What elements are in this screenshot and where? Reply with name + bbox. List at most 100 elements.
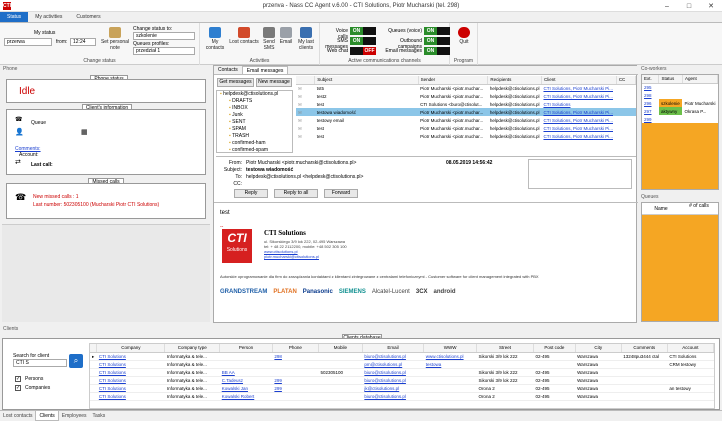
col-queue-name[interactable]: Name: [642, 203, 680, 214]
coworker-ext[interactable]: 298: [642, 91, 659, 99]
folder-item[interactable]: ▪ confirmed-spam: [217, 147, 292, 154]
col-status[interactable]: Status: [658, 75, 683, 84]
folder-item[interactable]: ▪ TRASH: [217, 133, 292, 140]
message-client[interactable]: CTI Solutions, Piotr Mucharski Pi...: [541, 132, 616, 140]
client-company[interactable]: CTI Solutions: [97, 376, 165, 384]
client-company[interactable]: CTI Solutions: [97, 360, 165, 368]
col-phone[interactable]: Phone: [272, 344, 319, 353]
client-person[interactable]: C.Tadeusz: [220, 376, 273, 384]
col-sender[interactable]: Sender: [418, 76, 489, 85]
reply-button[interactable]: Reply: [234, 189, 268, 198]
client-phone[interactable]: 299: [272, 376, 318, 384]
col-comments[interactable]: Comments: [621, 344, 668, 353]
message-client[interactable]: CTI Solutions, Piotr Mucharski Pi...: [541, 92, 616, 100]
reply-all-button[interactable]: Reply to all: [274, 189, 318, 198]
sms-messages-toggle[interactable]: ON: [350, 37, 376, 45]
email-button[interactable]: Email: [278, 27, 294, 45]
coworker-ext[interactable]: 297: [642, 107, 659, 115]
message-row[interactable]: ✉ testowy email Piotr Mucharski <piotr.muc…: [296, 116, 636, 124]
coworker-row[interactable]: 296 szkolenie Piotr Mucharski: [642, 99, 718, 107]
coworker-ext[interactable]: 296: [642, 99, 659, 107]
companies-checkbox[interactable]: ✓: [15, 385, 21, 391]
tab-employees[interactable]: Employees: [59, 411, 90, 421]
client-company[interactable]: CTI Solutions: [97, 352, 165, 360]
folder-item[interactable]: ▪ helpdesk@ctisolutions.pl: [217, 91, 292, 98]
coworker-ext[interactable]: 295: [642, 83, 659, 91]
new-message-button[interactable]: New message: [256, 78, 292, 87]
col-mobile[interactable]: Mobile: [318, 344, 363, 353]
tab-tasks[interactable]: Tasks: [90, 411, 109, 421]
coworker-ext[interactable]: 299: [642, 115, 659, 123]
col-company[interactable]: Company: [96, 344, 166, 353]
status-field[interactable]: przerwa: [4, 38, 52, 46]
client-www[interactable]: www.ctisolutions.pl: [424, 352, 477, 360]
lost-contacts-button[interactable]: Lost contacts: [228, 27, 260, 45]
folder-item[interactable]: ▪ SENT: [217, 119, 292, 126]
tab-contacts[interactable]: Contacts: [214, 66, 242, 74]
quit-button[interactable]: Quit: [453, 27, 475, 45]
tab-customers[interactable]: Customers: [69, 12, 107, 22]
col-account[interactable]: Account: [667, 344, 714, 353]
col-cc[interactable]: CC: [616, 76, 636, 85]
message-client[interactable]: CTI Solutions, Piotr Mucharski Pi...: [541, 108, 617, 116]
client-search-input[interactable]: CTI S: [13, 359, 67, 367]
folder-item[interactable]: ▪ INBOX: [217, 105, 292, 112]
message-client[interactable]: CTI Solutions, Piotr Mucharski Pi...: [541, 116, 616, 124]
col-queue-calls[interactable]: # of calls: [680, 203, 718, 214]
message-row[interactable]: ✉ test Piotr Mucharski <piotr.muchar... hel…: [296, 124, 636, 132]
queues-voice-toggle[interactable]: ON: [424, 27, 450, 35]
my-contacts-button[interactable]: My contacts: [202, 27, 228, 51]
client-www[interactable]: [424, 384, 477, 392]
col-www[interactable]: WWW: [423, 344, 477, 353]
client-row[interactable]: CTI Solutions Informatyka & tele... BB AA 5…: [90, 368, 714, 376]
client-row[interactable]: CTI Solutions Informatyka & tele... Kowals…: [90, 384, 714, 392]
col-city[interactable]: City: [575, 344, 622, 353]
signature-email[interactable]: piotr.mucharski@ctisolutions.pl: [264, 254, 319, 260]
client-company[interactable]: CTI Solutions: [97, 368, 165, 376]
message-client[interactable]: CTI Solutions, Piotr Mucharski Pi...: [541, 84, 616, 92]
coworker-row[interactable]: 299: [642, 115, 718, 123]
tab-email-messages[interactable]: Email messages: [241, 66, 289, 74]
col-person[interactable]: Person: [219, 344, 273, 353]
client-phone[interactable]: [272, 360, 318, 368]
col-ext[interactable]: Ext.: [642, 75, 660, 84]
change-status-select[interactable]: szkolenie: [133, 32, 195, 40]
message-client[interactable]: CTI Solutions, Piotr Mucharski Pi...: [541, 124, 616, 132]
client-email[interactable]: biuro@ctisolutions.pl: [362, 392, 423, 400]
tab-clients[interactable]: Clients: [35, 411, 59, 421]
persons-checkbox[interactable]: ✓: [15, 376, 21, 382]
email-messages-toggle[interactable]: ON: [424, 47, 450, 55]
client-company[interactable]: CTI Solutions: [97, 384, 165, 392]
folder-item[interactable]: ▪ DRAFTS: [217, 98, 292, 105]
client-row[interactable]: CTI Solutions Informatyka & tele... pm@cti…: [90, 360, 714, 368]
last-missed-number[interactable]: Last number: 502305100 (Mucharski Piotr …: [33, 202, 159, 208]
client-email[interactable]: biuro@ctisolutions.pl: [362, 368, 423, 376]
tab-my-activities[interactable]: My activities: [28, 12, 69, 22]
tab-lost-contacts[interactable]: Lost contacts: [0, 411, 35, 421]
client-www[interactable]: [424, 368, 477, 376]
message-row[interactable]: ✉ test2 Piotr Mucharski <piotr.muchar... he…: [296, 92, 636, 100]
forward-button[interactable]: Forward: [324, 189, 358, 198]
client-email[interactable]: pm@ctisolutions.pl: [362, 360, 423, 368]
col-type[interactable]: Company type: [164, 344, 221, 353]
message-row[interactable]: ✉ test CTI Solutions <buro@ctisolut... help…: [296, 100, 636, 108]
minimize-icon[interactable]: –: [656, 0, 678, 12]
outbound-campaigns-toggle[interactable]: ON: [424, 37, 450, 45]
client-phone[interactable]: 299: [272, 384, 318, 392]
client-company[interactable]: CTI Solutions: [97, 392, 165, 400]
coworker-row[interactable]: 297 aktywny Okrasa P...: [642, 107, 718, 115]
client-row[interactable]: CTI Solutions Informatyka & tele... Kowals…: [90, 392, 714, 400]
from-time-field[interactable]: 12:24: [70, 38, 96, 46]
voice-calls-toggle[interactable]: ON: [350, 27, 376, 35]
client-www[interactable]: [424, 392, 477, 400]
client-www[interactable]: testowa: [424, 360, 477, 368]
folder-item[interactable]: ▪ Junk: [217, 112, 292, 119]
client-person[interactable]: [220, 360, 273, 368]
message-row[interactable]: ✉ tst5 Piotr Mucharski <piotr.muchar... hel…: [296, 84, 636, 92]
set-note-button[interactable]: Set personal note: [100, 27, 130, 51]
maximize-icon[interactable]: □: [678, 0, 700, 12]
client-phone[interactable]: [272, 368, 318, 376]
col-email[interactable]: Email: [362, 344, 425, 353]
search-icon[interactable]: ⌕: [69, 354, 83, 368]
tab-status[interactable]: Status: [0, 12, 29, 22]
